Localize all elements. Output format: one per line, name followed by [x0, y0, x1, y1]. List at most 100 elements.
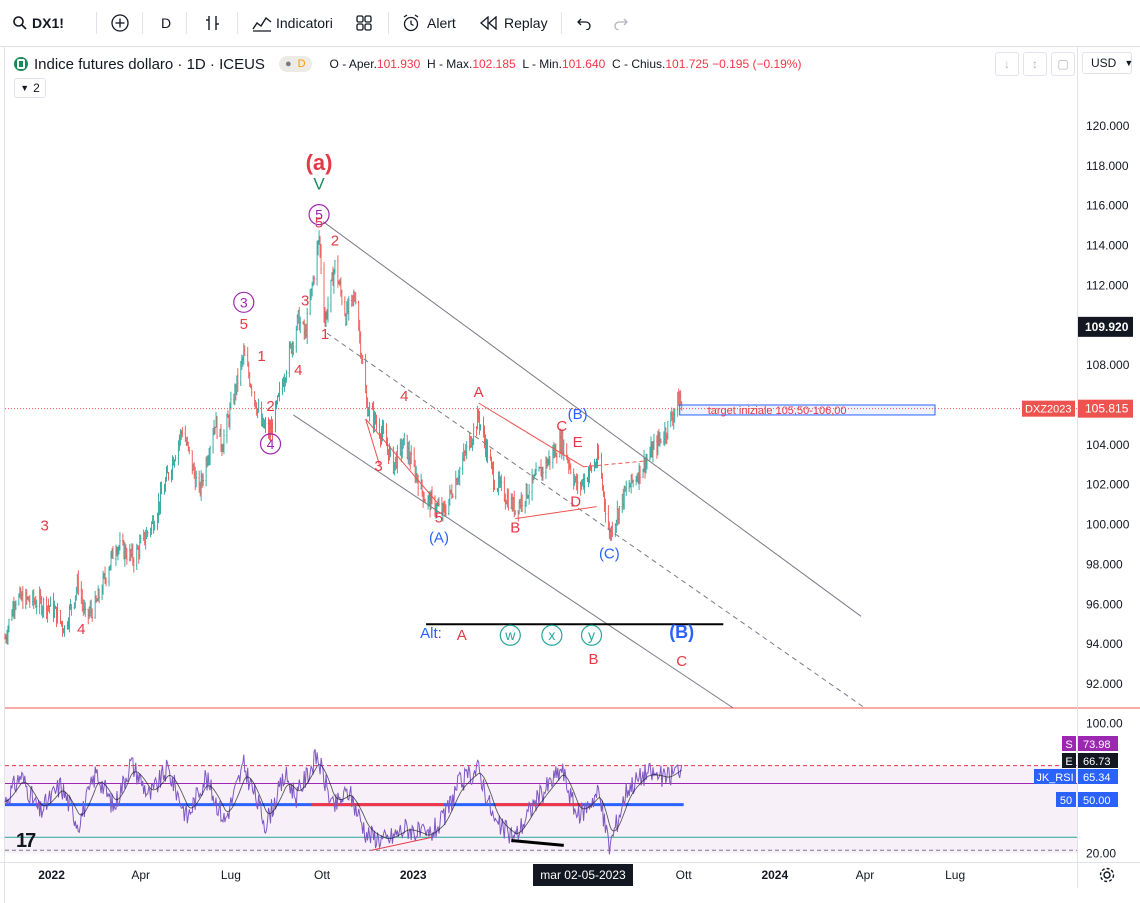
price-candle	[360, 352, 363, 364]
wave-label: 2	[266, 398, 274, 415]
price-candle	[35, 595, 37, 608]
price-candle	[630, 474, 632, 494]
price-candle	[274, 400, 277, 433]
price-candle	[413, 447, 415, 468]
price-candle	[76, 573, 79, 594]
price-candle	[489, 449, 492, 461]
chart-canvas[interactable]: 120.000118.000116.000114.000112.000110.0…	[0, 0, 1140, 903]
price-candle	[542, 466, 544, 481]
price-candle	[597, 444, 600, 460]
price-candle	[140, 534, 142, 544]
rsi-level-tag: 50	[1060, 795, 1072, 807]
price-candle	[572, 468, 575, 490]
price-candle	[101, 584, 103, 601]
market-status-badge[interactable]: ● D	[278, 56, 312, 72]
channel-upper-line	[322, 221, 862, 617]
price-candle	[443, 500, 445, 513]
price-candle	[184, 425, 187, 442]
price-candle	[215, 411, 217, 428]
price-candle	[152, 515, 155, 534]
price-candle	[192, 463, 194, 471]
price-candle	[289, 341, 292, 349]
price-candle	[652, 441, 654, 463]
price-candle	[278, 381, 281, 402]
price-candle	[546, 457, 548, 469]
price-candle	[42, 597, 45, 618]
price-candle	[253, 391, 256, 407]
price-candle	[464, 450, 466, 462]
price-candle	[158, 501, 161, 516]
price-candle	[228, 414, 230, 428]
price-candle	[576, 474, 579, 495]
collapse-pane-button[interactable]: ↕	[1023, 52, 1047, 76]
change-value: −0.195 (−0.19%)	[712, 57, 802, 71]
maximize-pane-button[interactable]: ▢	[1051, 52, 1075, 76]
price-candle	[98, 588, 100, 604]
price-candle	[242, 355, 244, 367]
price-candle	[570, 463, 572, 475]
price-candle	[333, 268, 335, 294]
wave-label: E	[573, 434, 583, 451]
price-candle	[36, 599, 38, 615]
wave-label: (C)	[599, 545, 620, 562]
price-candle	[320, 243, 322, 274]
price-candle	[334, 259, 336, 275]
price-candle	[263, 419, 266, 429]
price-candle	[332, 266, 334, 286]
price-candle	[206, 455, 208, 468]
price-candle	[88, 606, 90, 620]
price-candle	[482, 416, 485, 438]
wave-label: 3	[240, 294, 248, 310]
close-label: C - Chius.	[612, 57, 666, 71]
price-candle	[226, 413, 228, 444]
price-candle	[102, 570, 104, 595]
wave-label: (B)	[669, 622, 694, 642]
tradingview-logo[interactable]: 17	[16, 830, 36, 853]
price-candle	[131, 543, 133, 558]
price-candle	[112, 545, 114, 559]
indicators-collapse-button[interactable]: ▼ 2	[14, 78, 46, 98]
price-candle	[399, 438, 402, 456]
price-candle	[172, 456, 175, 466]
price-candle	[310, 288, 312, 301]
price-candle	[104, 566, 106, 585]
price-candle	[257, 398, 260, 413]
price-tick-label: 114.000	[1086, 239, 1129, 253]
wave-label: B	[510, 520, 520, 537]
wave-label: 4	[294, 362, 302, 379]
price-candle	[567, 454, 569, 464]
price-candle	[26, 589, 28, 605]
price-candle	[644, 457, 646, 479]
target-box-label: target iniziale 105,50-106,00	[708, 405, 847, 417]
price-candle	[248, 361, 250, 379]
wave-label: B	[589, 651, 599, 668]
price-candle	[277, 392, 280, 398]
price-tick-label: 104.000	[1086, 438, 1130, 452]
maximize-icon: ▢	[1057, 57, 1069, 71]
price-candle	[46, 605, 49, 623]
price-candle	[195, 470, 197, 488]
price-candle	[317, 239, 319, 256]
price-candle	[493, 479, 496, 491]
price-candle	[21, 591, 23, 602]
time-tick-label: 2022	[38, 868, 65, 882]
price-candle	[181, 427, 184, 438]
chart-title[interactable]: Indice futures dollaro · 1D · ICEUS	[34, 56, 265, 73]
price-candle	[227, 410, 229, 418]
currency-selector[interactable]: USD ▼	[1082, 52, 1133, 74]
wave-label: 5	[240, 316, 248, 333]
channel-lower-line	[293, 414, 734, 709]
time-tick-label: Ott	[314, 868, 331, 882]
price-candle	[41, 605, 44, 619]
settings-gear-icon[interactable]	[1098, 866, 1116, 884]
move-down-button[interactable]: ↓	[995, 52, 1019, 76]
currency-label: USD	[1091, 56, 1117, 70]
price-candle	[29, 595, 31, 608]
price-candle	[514, 510, 516, 516]
price-candle	[219, 428, 221, 437]
price-candle	[352, 295, 354, 307]
pane-controls: ↓ ↕ ▢	[995, 52, 1075, 76]
price-candle	[351, 294, 353, 307]
price-candle	[486, 439, 489, 464]
wave-label: A	[474, 384, 484, 401]
